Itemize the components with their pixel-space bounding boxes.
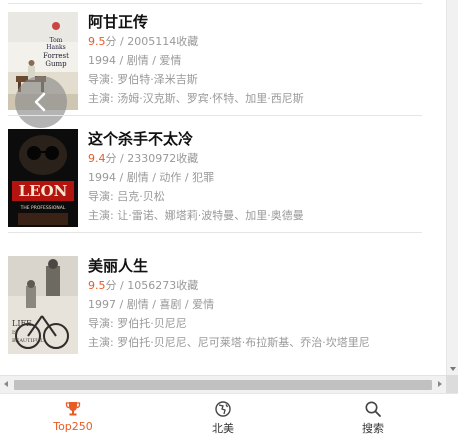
collect-count: / 1056273收藏 bbox=[116, 279, 199, 292]
horizontal-scrollbar[interactable] bbox=[0, 375, 446, 393]
globe-icon bbox=[215, 401, 231, 417]
chevron-left-icon bbox=[34, 92, 46, 112]
svg-text:LEON: LEON bbox=[19, 182, 68, 200]
svg-text:Hanks: Hanks bbox=[46, 44, 65, 51]
movie-rating: 9.5 bbox=[88, 279, 106, 292]
trophy-icon bbox=[65, 402, 81, 416]
tab-north-america[interactable]: 北美 bbox=[163, 400, 283, 438]
list-item[interactable]: LEON THE PROFESSIONAL 这个杀手不太冷 9.4分 / 233… bbox=[0, 121, 446, 233]
svg-text:THE PROFESSIONAL: THE PROFESSIONAL bbox=[20, 205, 66, 211]
movie-meta: 1994 / 剧情 / 动作 / 犯罪 bbox=[88, 171, 215, 184]
tab-label: 北美 bbox=[212, 422, 234, 435]
collect-count: / 2330972收藏 bbox=[116, 152, 199, 165]
list-item[interactable]: LIFE IS BEAUTIFUL 美丽人生 9.5分 / 1056273收藏 … bbox=[0, 248, 446, 360]
movie-title[interactable]: 这个杀手不太冷 bbox=[88, 129, 438, 149]
movie-director: 导演: 罗伯特·泽米吉斯 bbox=[88, 73, 198, 86]
movie-poster[interactable]: LEON THE PROFESSIONAL bbox=[8, 129, 78, 227]
tab-search[interactable]: 搜索 bbox=[313, 400, 433, 438]
movie-director: 导演: 罗伯托·贝尼尼 bbox=[88, 317, 187, 330]
rating-unit: 分 bbox=[105, 35, 117, 48]
movie-cast: 主演: 罗伯托·贝尼尼、尼可莱塔·布拉斯基、乔治·坎塔里尼 bbox=[88, 336, 370, 349]
tab-label: 搜索 bbox=[362, 422, 384, 435]
collect-count: / 2005114收藏 bbox=[116, 35, 199, 48]
svg-text:Forrest: Forrest bbox=[43, 52, 69, 60]
movie-director: 导演: 吕克·贝松 bbox=[88, 190, 165, 203]
svg-text:LIFE: LIFE bbox=[12, 319, 32, 328]
rating-unit: 分 bbox=[105, 152, 117, 165]
movie-meta: 1997 / 剧情 / 喜剧 / 爱情 bbox=[88, 298, 215, 311]
movie-rating: 9.4 bbox=[88, 152, 106, 165]
list-item[interactable]: Tom Hanks Forrest Gump 阿甘正传 9.5分 / 20051… bbox=[0, 4, 446, 128]
scroll-down-arrow-icon[interactable] bbox=[450, 367, 456, 371]
movie-meta: 1994 / 剧情 / 爱情 bbox=[88, 54, 182, 67]
scroll-right-arrow-icon[interactable] bbox=[438, 381, 442, 387]
movie-list[interactable]: Tom Hanks Forrest Gump 阿甘正传 9.5分 / 20051… bbox=[0, 0, 446, 375]
svg-text:BEAUTIFUL: BEAUTIFUL bbox=[12, 338, 44, 344]
scrollbar-corner bbox=[446, 375, 458, 393]
bottom-tab-bar: Top250 北美 搜索 bbox=[0, 393, 458, 440]
tab-label: Top250 bbox=[53, 420, 93, 433]
movie-rating-line: 9.5分 / 2005114收藏 bbox=[88, 32, 438, 51]
tab-top250[interactable]: Top250 bbox=[13, 400, 133, 438]
scroll-left-arrow-icon[interactable] bbox=[4, 381, 8, 387]
movie-rating-line: 9.4分 / 2330972收藏 bbox=[88, 149, 438, 168]
movie-cast: 主演: 汤姆·汉克斯、罗宾·怀特、加里·西尼斯 bbox=[88, 92, 304, 105]
search-icon bbox=[365, 401, 381, 417]
horizontal-scroll-thumb[interactable] bbox=[14, 380, 432, 390]
svg-text:Tom: Tom bbox=[50, 37, 63, 44]
divider bbox=[8, 115, 422, 116]
movie-poster[interactable]: LIFE IS BEAUTIFUL bbox=[8, 256, 78, 354]
movie-rating-line: 9.5分 / 1056273收藏 bbox=[88, 276, 438, 295]
movie-title[interactable]: 阿甘正传 bbox=[88, 12, 438, 32]
movie-title[interactable]: 美丽人生 bbox=[88, 256, 438, 276]
movie-cast: 主演: 让·雷诺、娜塔莉·波特曼、加里·奥德曼 bbox=[88, 209, 304, 222]
rating-unit: 分 bbox=[105, 279, 117, 292]
svg-text:IS: IS bbox=[12, 330, 18, 336]
divider bbox=[8, 232, 422, 233]
movie-rating: 9.5 bbox=[88, 35, 106, 48]
vertical-scrollbar[interactable] bbox=[446, 0, 458, 375]
svg-text:Gump: Gump bbox=[45, 60, 67, 68]
